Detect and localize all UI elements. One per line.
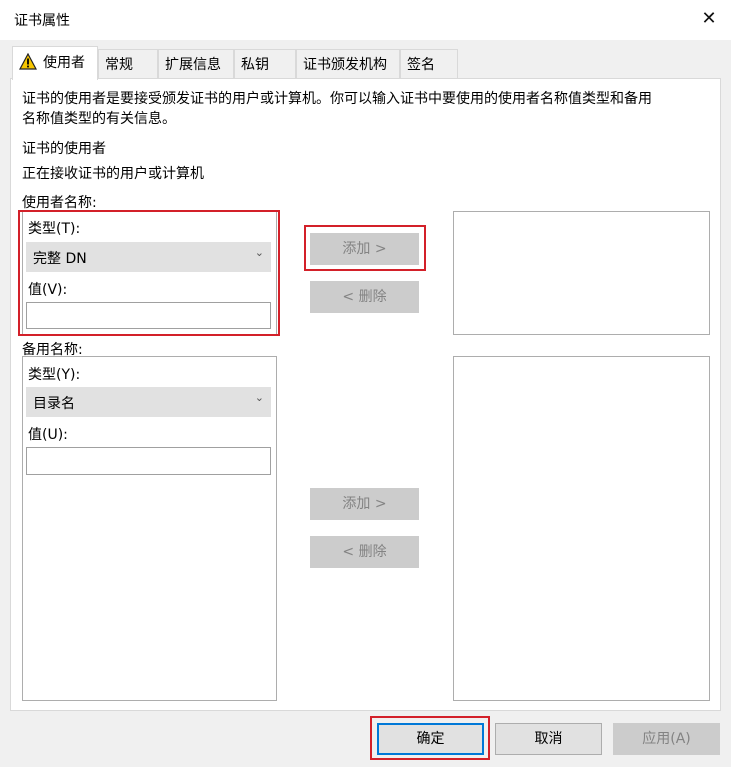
- tab-general[interactable]: 常规: [98, 49, 158, 79]
- apply-button[interactable]: 应用(A): [613, 723, 720, 755]
- highlight-box: [18, 210, 280, 336]
- highlight-box: [304, 225, 426, 271]
- remove-subject-button[interactable]: < 删除: [310, 281, 419, 313]
- subject-name-label: 使用者名称:: [22, 195, 97, 211]
- window-title: 证书属性: [14, 13, 70, 29]
- tab-private-key[interactable]: 私钥: [234, 49, 296, 79]
- title-bar: [0, 0, 731, 40]
- tab-subject[interactable]: 使用者: [12, 46, 98, 80]
- chevron-down-icon: ⌄: [254, 391, 264, 404]
- tab-label: 使用者: [43, 55, 85, 71]
- highlight-box: [370, 716, 490, 760]
- tab-label: 私钥: [241, 57, 269, 73]
- alt-type-label: 类型(Y):: [28, 367, 81, 383]
- tab-label: 常规: [105, 57, 133, 73]
- add-alt-button[interactable]: 添加 >: [310, 488, 419, 520]
- alt-type-value: 目录名: [33, 396, 75, 412]
- section-description: 正在接收证书的用户或计算机: [22, 166, 204, 182]
- description-line-2: 名称值类型的有关信息。: [22, 111, 176, 127]
- tab-label: 扩展信息: [165, 57, 221, 73]
- warning-icon: [19, 53, 37, 70]
- alt-value-input[interactable]: [26, 447, 271, 475]
- alt-name-list[interactable]: [453, 356, 710, 701]
- alt-type-dropdown[interactable]: 目录名 ⌄: [26, 387, 271, 417]
- cancel-button[interactable]: 取消: [495, 723, 602, 755]
- remove-alt-button[interactable]: < 删除: [310, 536, 419, 568]
- tab-signature[interactable]: 签名: [400, 49, 458, 79]
- close-icon[interactable]: ✕: [698, 8, 720, 30]
- description-line-1: 证书的使用者是要接受颁发证书的用户或计算机。你可以输入证书中要使用的使用者名称值…: [22, 91, 652, 107]
- tab-label: 签名: [407, 57, 435, 73]
- subject-list[interactable]: [453, 211, 710, 335]
- tab-ca[interactable]: 证书颁发机构: [296, 49, 400, 79]
- tab-label: 证书颁发机构: [303, 57, 387, 73]
- alt-value-label: 值(U):: [28, 427, 68, 443]
- tab-extensions[interactable]: 扩展信息: [158, 49, 234, 79]
- section-title: 证书的使用者: [22, 141, 106, 157]
